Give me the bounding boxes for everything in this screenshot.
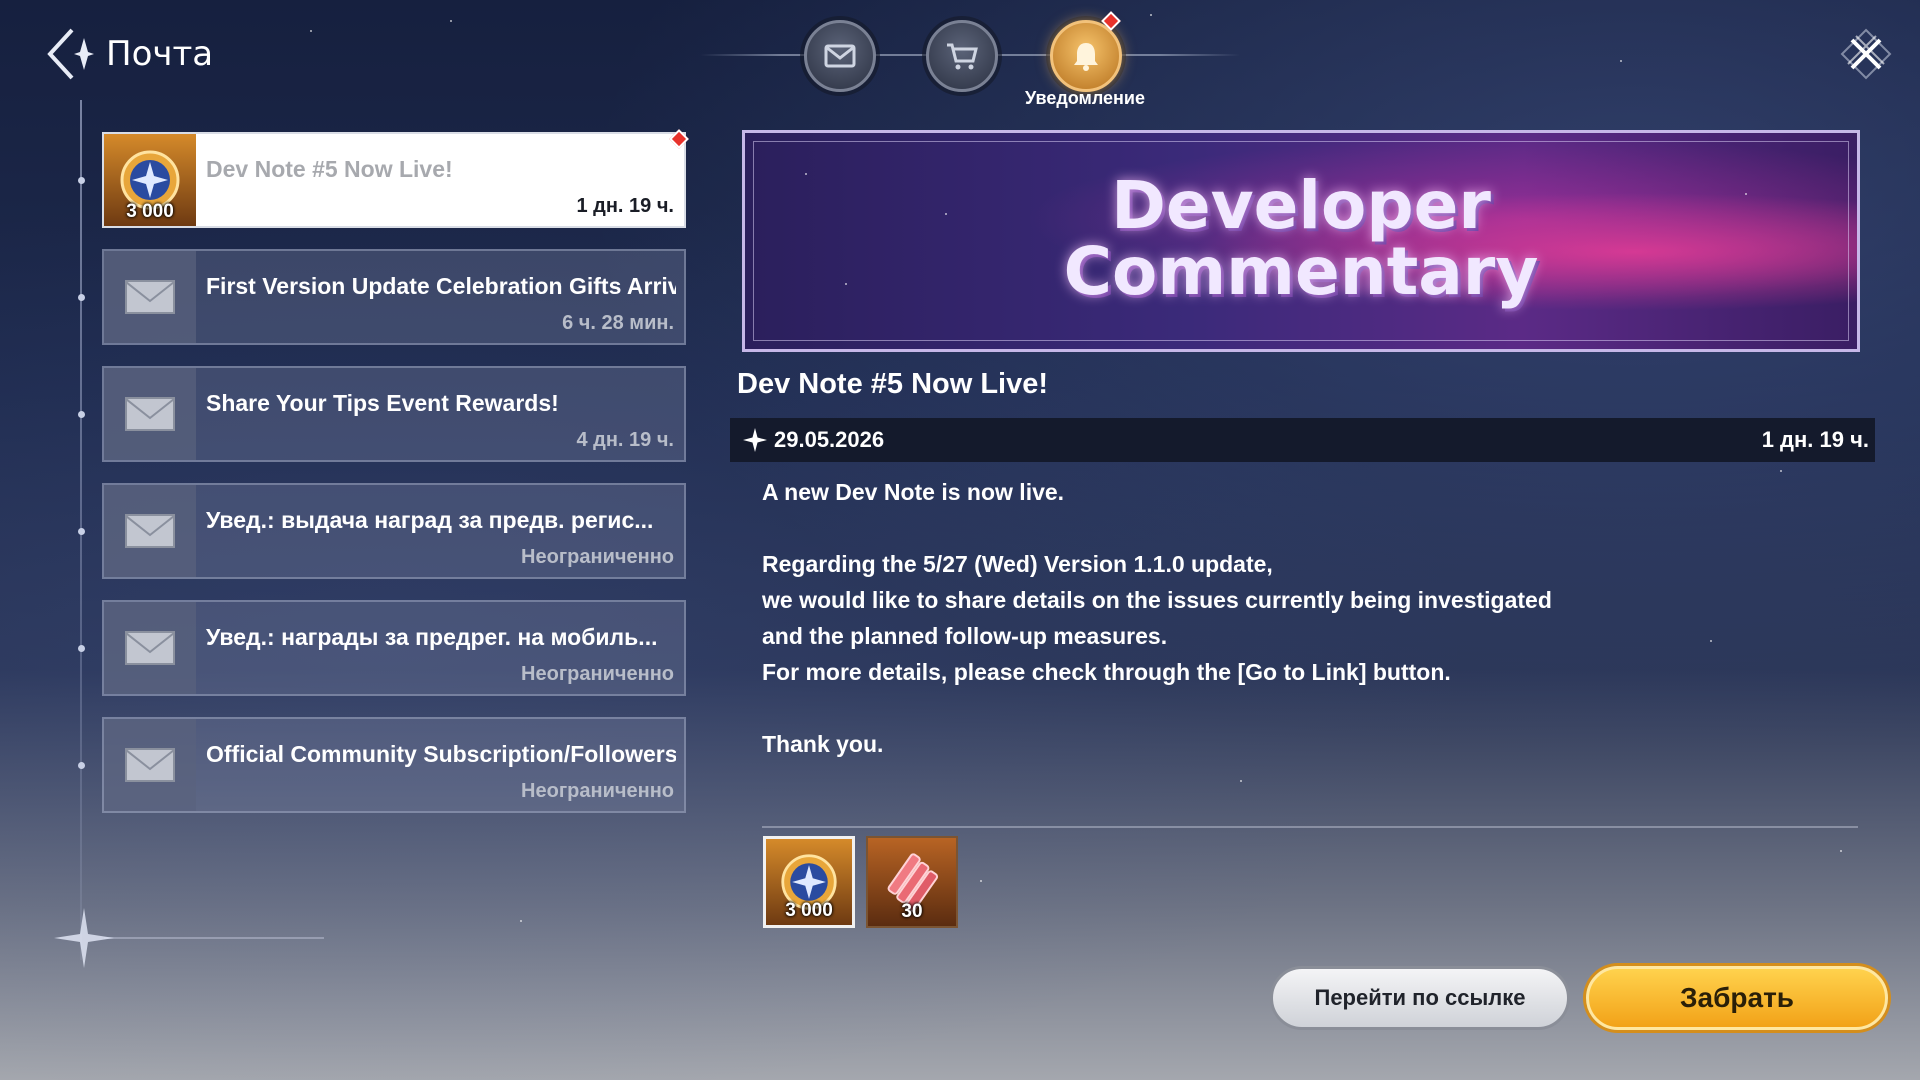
claim-button[interactable]: Забрать xyxy=(1586,966,1888,1030)
mail-item[interactable]: Увед.: награды за предрег. на мобиль... … xyxy=(102,600,686,696)
envelope-icon xyxy=(824,44,856,68)
back-button[interactable]: Почта xyxy=(44,26,213,82)
reward-count: 30 xyxy=(901,901,923,922)
mail-body: A new Dev Note is now live. Regarding th… xyxy=(762,474,1662,762)
reward-item-medal[interactable]: 3 000 xyxy=(763,836,855,928)
body-line xyxy=(762,690,1662,726)
mail-item-time: Неограниченно xyxy=(521,546,674,568)
mail-item-time: Неограниченно xyxy=(521,780,674,802)
mail-date: 29.05.2026 xyxy=(774,427,885,452)
mail-item-count: 3 000 xyxy=(126,201,174,222)
mail-item[interactable]: Official Community Subscription/Follower… xyxy=(102,717,686,813)
tab-mail[interactable] xyxy=(804,20,876,92)
mail-item-title: Увед.: выдача наград за предв. регис... xyxy=(206,507,654,533)
body-line: Regarding the 5/27 (Wed) Version 1.1.0 u… xyxy=(762,551,1273,577)
body-line: we would like to share details on the is… xyxy=(762,587,1552,613)
mail-remaining-time: 1 дн. 19 ч. xyxy=(1761,427,1869,452)
mail-item-time: 1 дн. 19 ч. xyxy=(576,195,674,217)
mail-item-selected[interactable]: 3 000 Dev Note #5 Now Live! 1 дн. 19 ч. xyxy=(102,129,689,228)
mail-item-title: Official Community Subscription/Follower… xyxy=(206,741,676,767)
mail-list: 3 000 Dev Note #5 Now Live! 1 дн. 19 ч. … xyxy=(102,129,689,834)
body-line xyxy=(762,510,1662,546)
reward-count: 3 000 xyxy=(785,900,833,921)
mail-thumb xyxy=(104,485,196,577)
mail-item-time: 6 ч. 28 мин. xyxy=(562,312,674,334)
timeline-dot xyxy=(78,294,85,301)
page-title: Почта xyxy=(106,34,214,74)
close-icon[interactable] xyxy=(1838,26,1894,82)
mail-item[interactable]: Увед.: выдача наград за предв. регис... … xyxy=(102,483,686,579)
body-line: Thank you. xyxy=(762,731,884,757)
timeline-dot xyxy=(78,645,85,652)
banner-title-line2: Commentary xyxy=(1063,233,1539,310)
sparkle-icon xyxy=(743,428,767,452)
envelope-icon xyxy=(125,280,175,314)
mail-item[interactable]: Share Your Tips Event Rewards! 4 дн. 19 … xyxy=(102,366,686,462)
mail-item-time: 4 дн. 19 ч. xyxy=(576,429,674,451)
mail-thumb xyxy=(104,368,196,460)
go-to-link-button[interactable]: Перейти по ссылке xyxy=(1270,966,1570,1030)
tab-notification-label: Уведомление xyxy=(1024,88,1145,108)
mail-detail-title: Dev Note #5 Now Live! xyxy=(737,368,1049,400)
envelope-icon xyxy=(125,631,175,665)
reward-item-tickets[interactable]: 30 xyxy=(866,836,958,928)
envelope-icon xyxy=(125,397,175,431)
envelope-icon xyxy=(125,748,175,782)
mail-item-title: Увед.: награды за предрег. на мобиль... xyxy=(206,624,658,650)
back-arrow-icon xyxy=(47,28,94,80)
mail-thumb xyxy=(104,602,196,694)
mail-banner: Developer Commentary xyxy=(742,130,1860,352)
mail-item-title: First Version Update Celebration Gifts A… xyxy=(206,273,676,299)
timeline-dot xyxy=(78,762,85,769)
body-line: A new Dev Note is now live. xyxy=(762,479,1065,505)
banner-title-line1: Developer xyxy=(1111,167,1491,244)
cart-icon xyxy=(947,43,978,70)
mail-date-bar: 29.05.2026 1 дн. 19 ч. xyxy=(730,418,1875,462)
timeline-dot xyxy=(78,177,85,184)
timeline-dot xyxy=(78,528,85,535)
mail-thumb: 3 000 xyxy=(104,134,196,226)
body-line: and the planned follow-up measures. xyxy=(762,623,1168,649)
mail-item-title: Dev Note #5 Now Live! xyxy=(206,156,453,182)
mail-thumb xyxy=(104,719,196,811)
mail-item[interactable]: First Version Update Celebration Gifts A… xyxy=(102,249,686,345)
bell-icon xyxy=(1074,43,1098,71)
tab-shop[interactable] xyxy=(926,20,998,92)
body-line: For more details, please check through t… xyxy=(762,659,1451,685)
sparkle-decoration-icon xyxy=(54,908,324,968)
envelope-icon xyxy=(125,514,175,548)
tab-notification[interactable] xyxy=(1050,20,1122,92)
mail-item-time: Неограниченно xyxy=(521,663,674,685)
mail-thumb xyxy=(104,251,196,343)
mail-item-title: Share Your Tips Event Rewards! xyxy=(206,390,559,416)
rewards-divider xyxy=(762,826,1858,828)
timeline-dot xyxy=(78,411,85,418)
